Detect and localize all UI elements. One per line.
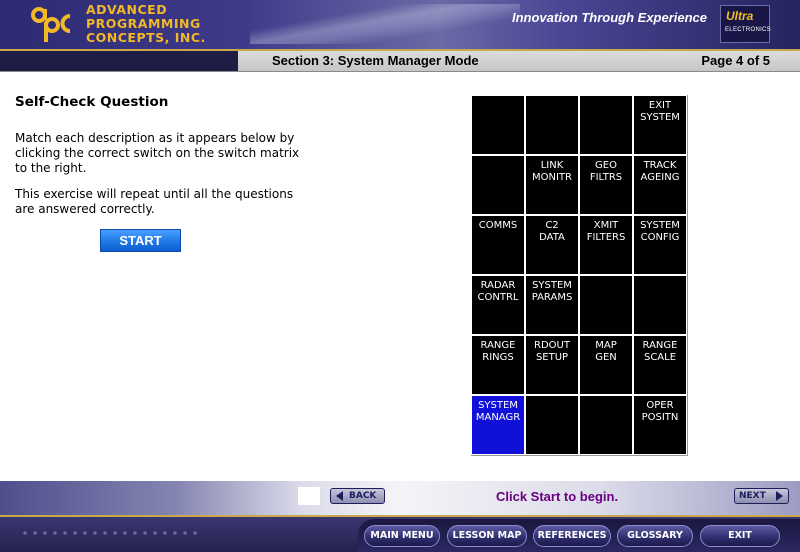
switch-c2-data[interactable]: C2 DATA (526, 216, 578, 274)
switch-label-line: MANAGR (475, 412, 521, 423)
hint-text: Click Start to begin. (496, 489, 619, 504)
switch-label-line: XMIT (593, 220, 619, 231)
switch-track-ageing[interactable]: TRACK AGEING (634, 156, 686, 214)
company-line-3: CONCEPTS, INC. (86, 30, 206, 45)
switch-label-line: DATA (539, 232, 565, 243)
switch-label-line: SYSTEM (478, 400, 518, 411)
lesson-map-button[interactable]: LESSON MAP (447, 525, 527, 547)
switch-label-line: CONFIG (640, 232, 680, 243)
question-title: Self-Check Question (15, 94, 169, 110)
instruction-text: Match each description as it appears bel… (15, 131, 300, 175)
switch-label-line: EXIT (648, 100, 672, 111)
switch-blank-r1-c1[interactable] (472, 96, 524, 154)
footer-menu: MAIN MENU LESSON MAP REFERENCES GLOSSARY… (0, 515, 800, 552)
switch-label-line: POSITN (641, 412, 679, 423)
switch-link-monitr[interactable]: LINK MONITR (526, 156, 578, 214)
nav-blank-box (298, 487, 320, 505)
navigation-bar: BACK Click Start to begin. NEXT (0, 481, 800, 515)
switch-label-line: FILTERS (586, 232, 626, 243)
menu-tray: MAIN MENU LESSON MAP REFERENCES GLOSSARY… (358, 519, 800, 552)
switch-rdout-setup[interactable]: RDOUT SETUP (526, 336, 578, 394)
switch-range-scale[interactable]: RANGE SCALE (634, 336, 686, 394)
switch-label-line: PARAMS (531, 292, 573, 303)
switch-label-line: AGEING (640, 172, 680, 183)
brand-sub-text: ELECTRONICS (725, 27, 771, 33)
switch-label-line: SYSTEM (640, 220, 680, 231)
references-button[interactable]: REFERENCES (533, 525, 611, 547)
next-arrow-icon (776, 491, 783, 501)
company-line-2: PROGRAMMING (86, 16, 201, 31)
switch-blank-r2-c1[interactable] (472, 156, 524, 214)
switch-system-managr[interactable]: SYSTEM MANAGR (472, 396, 524, 454)
page-indicator: Page 4 of 5 (701, 53, 770, 68)
back-button[interactable]: BACK (330, 488, 385, 504)
switch-blank-r1-c3[interactable] (580, 96, 632, 154)
switch-blank-r6-c3[interactable] (580, 396, 632, 454)
switch-blank-r6-c2[interactable] (526, 396, 578, 454)
switch-label-line: SCALE (643, 352, 677, 363)
switch-label-line: RADAR (480, 280, 516, 291)
switch-label-line: CONTRL (477, 292, 519, 303)
switch-system-params[interactable]: SYSTEM PARAMS (526, 276, 578, 334)
switch-label-line: SETUP (535, 352, 569, 363)
jet-graphic (250, 4, 520, 44)
switch-matrix: EXIT SYSTEM LINK MONITR GEO FILTRS TRACK AGEING… (471, 95, 688, 456)
switch-geo-filtrs[interactable]: GEO FILTRS (580, 156, 632, 214)
brand-main-text: Ultra (726, 9, 754, 23)
switch-label-line: RINGS (482, 352, 514, 363)
apc-logo-icon (31, 7, 71, 42)
switch-map-gen[interactable]: MAP GEN (580, 336, 632, 394)
switch-label-line: GEO (595, 160, 617, 171)
switch-label-line: C2 (545, 220, 559, 231)
ultra-electronics-logo: Ultra ELECTRONICS (720, 5, 771, 43)
switch-label-line: OPER (646, 400, 674, 411)
tagline: Innovation Through Experience (512, 10, 708, 25)
back-arrow-icon (336, 491, 343, 501)
back-label: BACK (349, 491, 377, 501)
next-button[interactable]: NEXT (734, 488, 789, 504)
switch-label-line: FILTRS (589, 172, 623, 183)
switch-xmit-filters[interactable]: XMIT FILTERS (580, 216, 632, 274)
switch-label-line: TRACK (643, 160, 677, 171)
switch-label-line: MONITR (532, 172, 572, 183)
switch-label-line: GEN (595, 352, 617, 363)
repeat-note: This exercise will repeat until all the … (15, 187, 294, 216)
section-title: Section 3: System Manager Mode (272, 53, 479, 68)
switch-blank-r4-c3[interactable] (580, 276, 632, 334)
switch-label-line: RDOUT (534, 340, 570, 351)
switch-label-line: LINK (540, 160, 564, 171)
switch-radar-contrl[interactable]: RADAR CONTRL (472, 276, 524, 334)
switch-range-rings[interactable]: RANGE RINGS (472, 336, 524, 394)
section-bar-dark-segment (0, 51, 238, 71)
switch-label-line: COMMS (478, 220, 518, 231)
glossary-button[interactable]: GLOSSARY (617, 525, 693, 547)
exit-button[interactable]: EXIT (700, 525, 780, 547)
switch-label-line: RANGE (642, 340, 678, 351)
switch-system-config[interactable]: SYSTEM CONFIG (634, 216, 686, 274)
switch-comms[interactable]: COMMS (472, 216, 524, 274)
switch-exit-system[interactable]: EXIT SYSTEM (634, 96, 686, 154)
next-label: NEXT (739, 491, 766, 501)
header-banner: ADVANCED PROGRAMMING CONCEPTS, INC. Inno… (0, 0, 800, 50)
start-button[interactable]: START (100, 229, 181, 252)
company-line-1: ADVANCED (86, 2, 168, 17)
switch-label-line: SYSTEM (532, 280, 572, 291)
main-menu-button[interactable]: MAIN MENU (364, 525, 440, 547)
switch-oper-positn[interactable]: OPER POSITN (634, 396, 686, 454)
company-name: ADVANCED PROGRAMMING CONCEPTS, INC. (86, 3, 206, 45)
switch-label-line: RANGE (480, 340, 516, 351)
dot-pattern (20, 529, 200, 539)
switch-blank-r1-c2[interactable] (526, 96, 578, 154)
switch-blank-r4-c4[interactable] (634, 276, 686, 334)
switch-label-line: MAP (595, 340, 617, 351)
section-bar: Section 3: System Manager Mode Page 4 of… (0, 51, 800, 72)
switch-label-line: SYSTEM (640, 112, 680, 123)
